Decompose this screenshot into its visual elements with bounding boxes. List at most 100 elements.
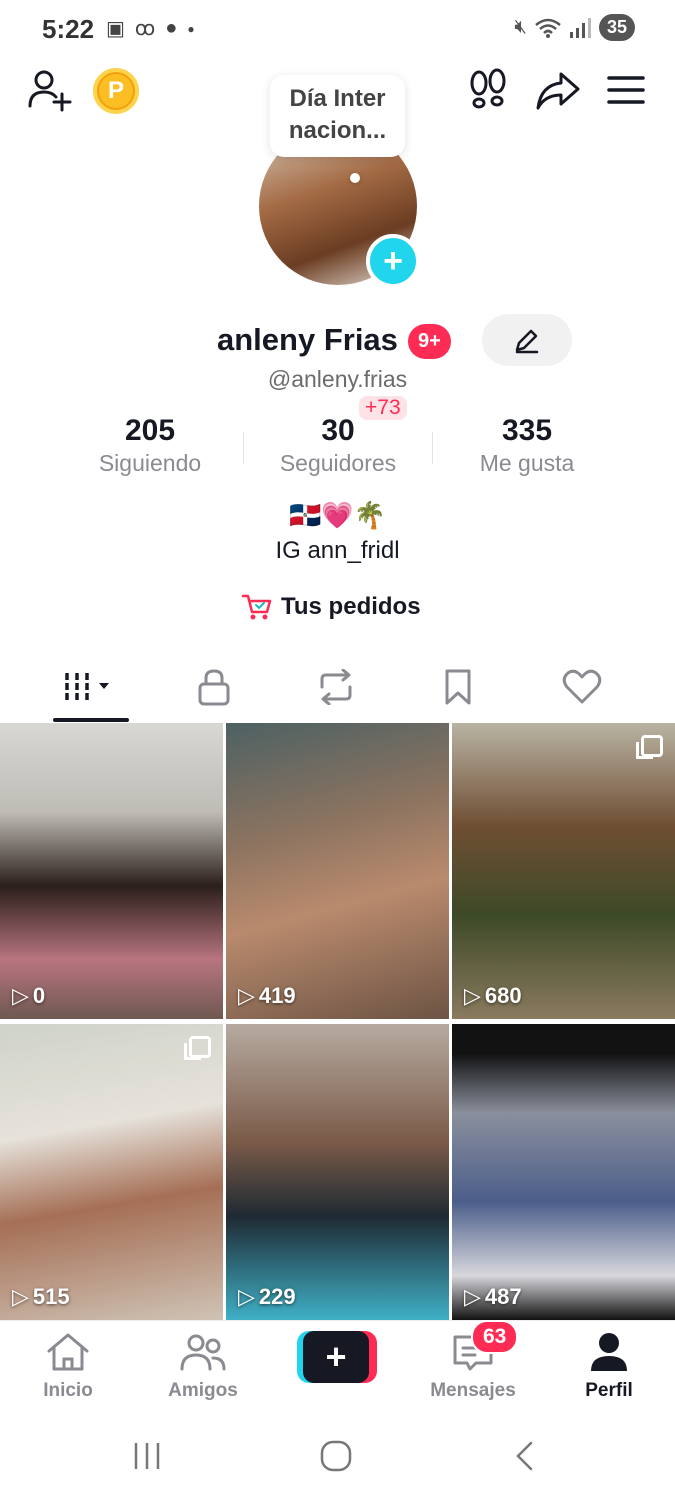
home-button[interactable] (306, 1436, 366, 1476)
stat-following-value: 205 (124, 414, 176, 447)
notification-badge[interactable]: 9+ (408, 324, 451, 359)
screenshot-icon: ▣ (106, 18, 125, 40)
share-icon[interactable] (535, 68, 581, 112)
view-count: ▷ 515 (12, 1284, 70, 1310)
cart-icon (241, 594, 272, 620)
video-thumbnail[interactable]: ▷ 419 (226, 723, 449, 1019)
display-name: anleny Frias (217, 322, 398, 357)
stat-likes-value: 335 (501, 414, 553, 447)
multi-photo-icon (636, 735, 663, 759)
view-count: ▷ 680 (464, 983, 522, 1009)
view-count-value: 0 (32, 983, 46, 1008)
bio-text: IG ann_fridl (275, 537, 400, 564)
note-dot (350, 173, 360, 183)
chat-icon: ● (165, 17, 178, 39)
back-button[interactable] (495, 1436, 555, 1476)
note-line-2: nacion... (288, 117, 387, 144)
nav-messages-label: Mensajes (430, 1380, 516, 1401)
play-icon: ▷ (12, 983, 29, 1008)
status-icons-right: 🔇︎ 35 (514, 14, 635, 41)
status-bar: 5:22 ▣ ꝏ ● ● 🔇︎ 35 (0, 0, 675, 60)
tab-videos[interactable] (51, 662, 131, 712)
nav-profile-label: Perfil (585, 1380, 633, 1401)
orders-link[interactable]: Tus pedidos (241, 592, 421, 622)
tab-liked[interactable] (542, 662, 622, 712)
pencil-icon (515, 329, 539, 354)
plus-icon: + (303, 1331, 369, 1383)
friends-icon (180, 1334, 226, 1371)
footprints-icon[interactable] (466, 68, 510, 112)
tab-reposts[interactable] (296, 662, 376, 712)
play-icon: ▷ (238, 1284, 255, 1309)
stat-followers[interactable]: 30 Seguidores (243, 414, 433, 477)
stat-following-label: Siguiendo (98, 450, 202, 476)
bio-emoji: 🇩🇴💗🌴 (288, 500, 387, 530)
mute-icon: 🔇︎ (514, 16, 527, 38)
username: @anleny.frias (267, 366, 408, 392)
status-time: 5:22 (42, 14, 95, 44)
messages-badge: 63 (471, 1320, 519, 1354)
video-thumbnail[interactable]: ▷ 0 (0, 723, 223, 1019)
add-friend-icon[interactable] (26, 66, 74, 114)
active-tab-indicator (53, 718, 129, 722)
menu-icon[interactable] (606, 70, 646, 110)
view-count-value: 419 (258, 983, 296, 1008)
videos-grid-icon (65, 673, 109, 701)
stat-following[interactable]: 205 Siguiendo (55, 414, 245, 477)
play-icon: ▷ (12, 1284, 29, 1309)
create-button[interactable]: + (297, 1331, 377, 1383)
add-story-button[interactable]: + (366, 234, 420, 288)
stat-followers-value: 30 (321, 414, 355, 447)
heart-icon (562, 669, 602, 704)
battery-indicator: 35 (598, 14, 635, 41)
view-count-value: 229 (258, 1284, 296, 1309)
wifi-icon (535, 18, 561, 38)
bottom-nav: Inicio Amigos + Mensajes Perfil (0, 1320, 675, 1412)
stat-likes[interactable]: 335 Me gusta (432, 414, 622, 477)
view-count-value: 515 (32, 1284, 70, 1309)
signal-icon (569, 17, 591, 38)
nav-home-label: Inicio (43, 1380, 93, 1401)
recent-apps-icon (134, 1443, 160, 1469)
nav-profile[interactable]: Perfil (554, 1331, 664, 1402)
view-count: ▷ 229 (238, 1284, 296, 1310)
stat-likes-label: Me gusta (479, 450, 575, 476)
play-icon: ▷ (464, 1284, 481, 1309)
profile-stats: 205 Siguiendo 30 Seguidores 335 Me gusta (0, 414, 675, 484)
content-tabs (0, 652, 675, 722)
video-thumbnail[interactable]: ▷ 487 (452, 1024, 675, 1320)
nav-home[interactable]: Inicio (13, 1331, 123, 1402)
profile-icon (591, 1333, 627, 1371)
dot-icon: ● (187, 21, 195, 36)
lock-icon (198, 669, 230, 706)
nav-friends-label: Amigos (168, 1380, 238, 1401)
view-count: ▷ 419 (238, 983, 296, 1009)
view-count: ▷ 0 (12, 983, 45, 1009)
repost-icon (320, 669, 352, 705)
stat-followers-label: Seguidores (279, 450, 397, 476)
nav-friends[interactable]: Amigos (148, 1331, 258, 1402)
bookmark-icon (445, 669, 471, 705)
back-icon (516, 1441, 533, 1471)
view-count-value: 487 (484, 1284, 522, 1309)
video-thumbnail[interactable]: ▷ 515 (0, 1024, 223, 1320)
multi-photo-icon (184, 1036, 211, 1060)
system-nav-bar (0, 1412, 675, 1500)
video-thumbnail[interactable]: ▷ 680 (452, 723, 675, 1019)
video-thumbnail[interactable]: ▷ 229 (226, 1024, 449, 1320)
view-count: ▷ 487 (464, 1284, 522, 1310)
orders-label: Tus pedidos (281, 593, 421, 620)
view-count-value: 680 (484, 983, 522, 1008)
edit-profile-button[interactable] (482, 314, 572, 366)
home-icon (47, 1333, 89, 1371)
tab-saved[interactable] (418, 662, 498, 712)
name-row: anleny Frias 9+ (0, 314, 675, 370)
coin-icon[interactable]: P (93, 68, 139, 114)
home-circle-icon (320, 1440, 352, 1472)
video-grid: ▷ 0 ▷ 419 ▷ 680 ▷ 515 ▷ 229 ▷ 487 (0, 723, 675, 1320)
play-icon: ▷ (464, 983, 481, 1008)
recent-apps-button[interactable] (117, 1436, 177, 1476)
note-bubble[interactable]: Día Inter nacion... (270, 75, 405, 183)
tab-private[interactable] (174, 662, 254, 712)
status-icons-left: ▣ ꝏ ● ● (106, 16, 195, 41)
